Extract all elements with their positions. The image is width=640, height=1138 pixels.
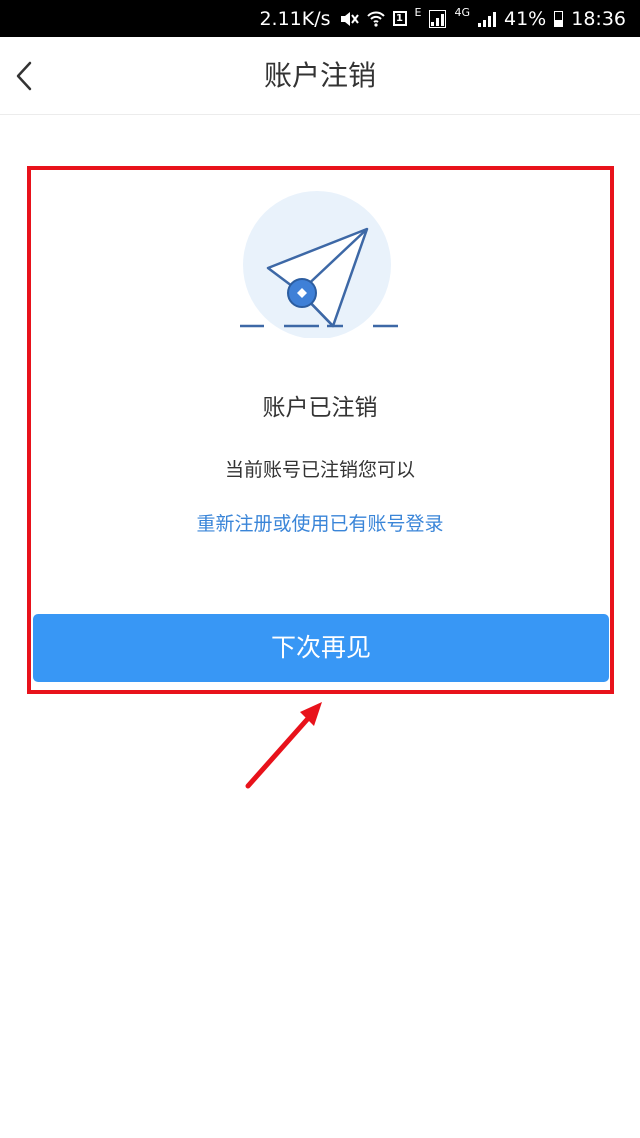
signal-icon	[429, 9, 447, 28]
page-title: 账户注销	[263, 59, 376, 92]
wifi-icon	[366, 11, 385, 27]
navigation-bar: 账户注销	[0, 37, 640, 115]
network-speed: 2.11K/s	[259, 7, 331, 30]
mute-icon	[340, 11, 359, 26]
sim-icon: 1	[392, 11, 407, 26]
see-you-next-time-button[interactable]: 下次再见	[33, 614, 609, 682]
battery-percent: 41%	[504, 7, 547, 30]
status-icons: 2.11K/s 1 E 4G 41% 18:36	[259, 0, 626, 37]
battery-icon	[554, 10, 564, 27]
paper-plane-icon	[240, 191, 398, 338]
signal-4g-icon	[478, 11, 496, 27]
annotation-arrow-icon	[245, 702, 322, 789]
network-e-label: E	[414, 6, 422, 19]
clock: 18:36	[571, 7, 626, 30]
status-bar: 2.11K/s 1 E 4G 41% 18:36	[0, 0, 640, 37]
network-4g-label: 4G	[454, 6, 470, 19]
register-or-login-link[interactable]: 重新注册或使用已有账号登录	[0, 509, 640, 536]
status-title: 账户已注销	[262, 395, 378, 421]
status-description: 当前账号已注销您可以	[224, 459, 415, 481]
